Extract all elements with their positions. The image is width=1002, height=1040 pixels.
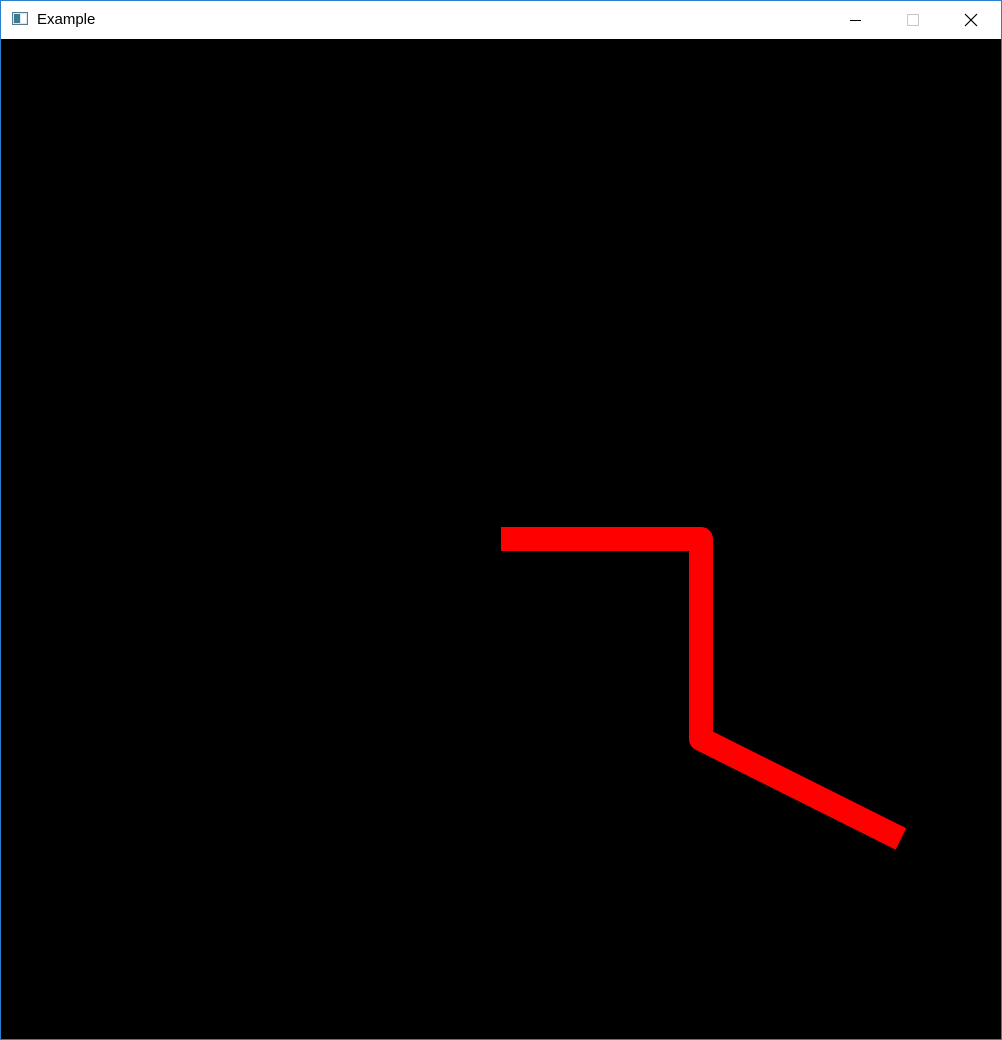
maximize-button[interactable] xyxy=(884,1,942,39)
red-polyline xyxy=(501,527,907,850)
app-icon xyxy=(12,12,28,25)
app-window: Example xyxy=(0,0,1002,1040)
title-bar[interactable]: Example xyxy=(1,1,1001,39)
window-title: Example xyxy=(37,11,96,28)
close-icon xyxy=(964,13,978,27)
maximize-icon xyxy=(907,14,919,26)
canvas-drawing xyxy=(501,527,907,850)
close-button[interactable] xyxy=(942,1,1000,39)
minimize-button[interactable] xyxy=(826,1,884,39)
drawing-canvas[interactable] xyxy=(1,39,1001,1039)
minimize-icon xyxy=(850,20,861,21)
